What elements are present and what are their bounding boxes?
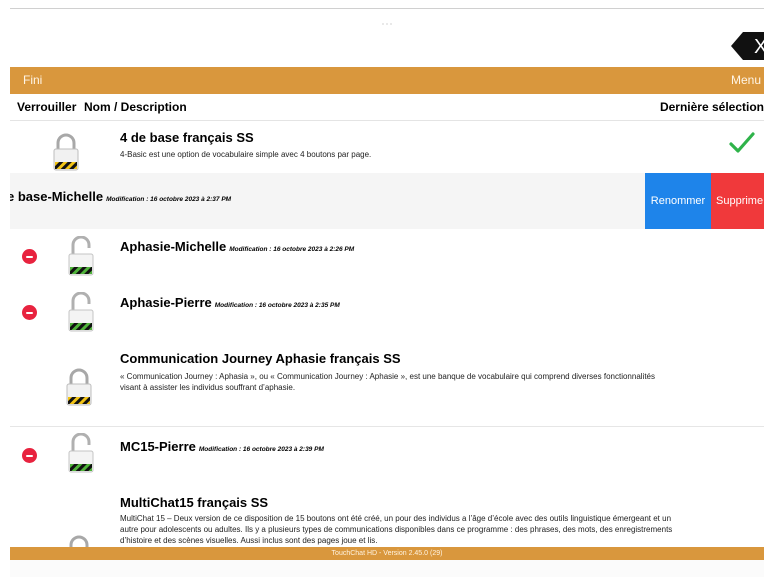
top-toolbar: Fini Menu [10, 67, 764, 94]
close-button[interactable]: X [731, 30, 764, 62]
vocab-description: « Communication Journey : Aphasia », ou … [120, 372, 655, 392]
modified-date: Modification : 16 octobre 2023 à 2:39 PM [198, 446, 324, 453]
list-item[interactable]: Communication Journey Aphasie français S… [10, 340, 764, 427]
modified-date: Modification : 16 octobre 2023 à 2:35 PM [214, 302, 340, 309]
rename-button[interactable]: Renommer [645, 173, 711, 229]
delete-button[interactable]: Supprime [711, 173, 764, 229]
padlock-icon[interactable] [52, 131, 80, 171]
vocab-title: MC15-Pierre Modification : 16 octobre 202… [120, 439, 324, 454]
done-button[interactable]: Fini [23, 73, 42, 87]
checkmark-icon [729, 132, 755, 153]
padlock-icon[interactable] [65, 366, 93, 406]
minus-circle-icon[interactable] [22, 448, 37, 463]
column-lock-header: Verrouiller [17, 100, 77, 114]
modified-date: Modification : 16 octobre 2023 à 2:26 PM [229, 246, 355, 253]
close-icon: X [731, 32, 764, 60]
padlock-icon[interactable] [67, 292, 95, 332]
list-item[interactable]: Aphasie-Pierre Modification : 16 octobre … [10, 284, 764, 341]
svg-text:X: X [754, 36, 764, 58]
vocab-description: 4-Basic est une option de vocabulaire si… [120, 150, 372, 159]
vocab-title: e base-Michelle Modification : 16 octobre… [10, 189, 232, 204]
vocab-title: Aphasie-Pierre Modification : 16 octobre … [120, 295, 340, 310]
padlock-icon[interactable] [67, 236, 95, 276]
padlock-icon[interactable] [65, 533, 93, 547]
list-item[interactable]: Aphasie-Michelle Modification : 16 octobr… [10, 229, 764, 285]
padlock-icon[interactable] [67, 433, 95, 473]
menu-button[interactable]: Menu [731, 73, 761, 87]
version-footer: TouchChat HD - Version 2.45.0 (29) [10, 547, 764, 560]
minus-circle-icon[interactable] [22, 305, 37, 320]
vocab-description: MultiChat 15 – Deux version de ce dispos… [120, 514, 673, 545]
vocab-title: Aphasie-Michelle Modification : 16 octobr… [120, 239, 355, 254]
list-item[interactable]: 4 de base français SS 4-Basic est une op… [10, 121, 764, 177]
vocab-title: MultiChat15 français SS [120, 495, 269, 510]
column-name-header: Nom / Description [84, 100, 187, 114]
list-item[interactable]: e base-Michelle Modification : 16 octobre… [10, 173, 764, 230]
modified-date: Modification : 16 octobre 2023 à 2:37 PM [106, 196, 232, 203]
bottom-area [10, 560, 764, 577]
list-header: Verrouiller Nom / Description Dernière s… [10, 94, 764, 121]
minus-circle-icon[interactable] [22, 249, 37, 264]
column-last-selection-header: Dernière sélection [659, 100, 764, 114]
list-item[interactable]: MC15-Pierre Modification : 16 octobre 202… [10, 427, 764, 486]
sheet-grabber[interactable] [382, 12, 400, 25]
vocab-title: 4 de base français SS [120, 130, 254, 145]
vocab-title: Communication Journey Aphasie français S… [120, 351, 401, 366]
top-divider [10, 8, 764, 9]
list-item[interactable]: MultiChat15 français SS MultiChat 15 – D… [10, 485, 764, 547]
